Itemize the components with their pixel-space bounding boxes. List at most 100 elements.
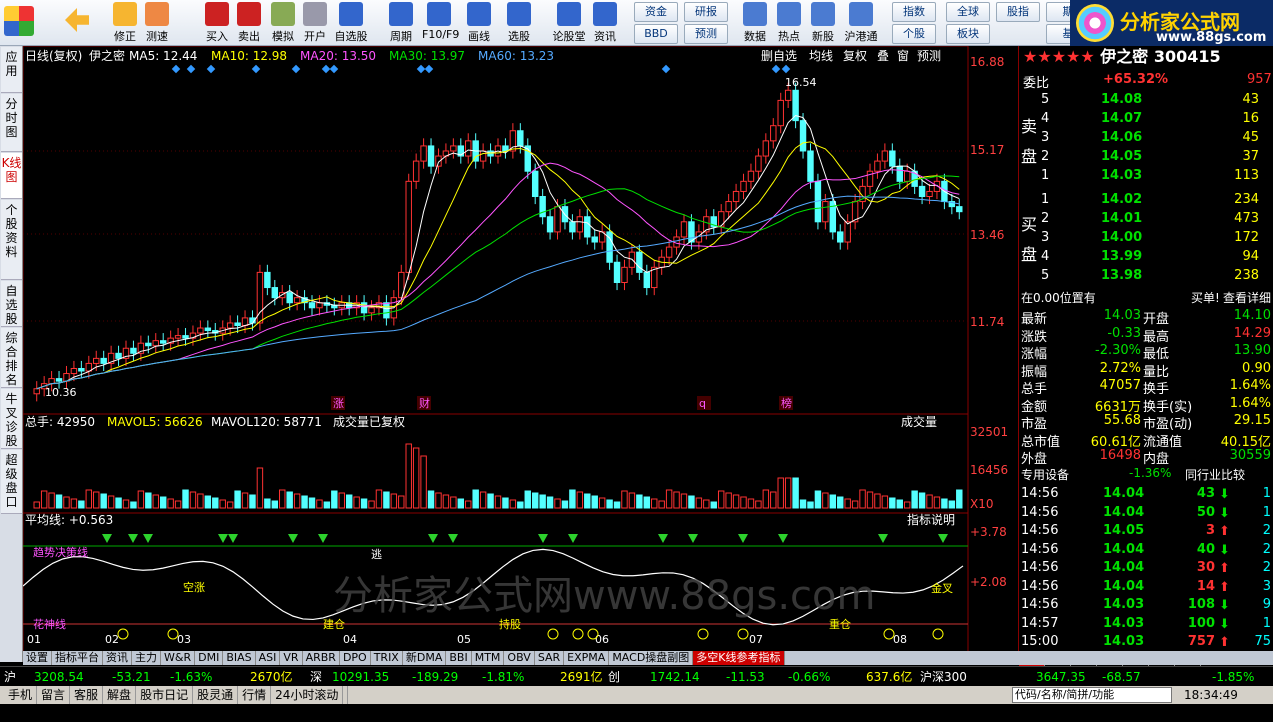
search-input[interactable]: 代码/名称/简拼/功能 [1012,687,1172,703]
industry-compare-button[interactable]: 同行业比较 [1185,466,1245,483]
candle-body [636,251,643,273]
volume-selector[interactable]: 成交量 [901,414,937,429]
indicator-tab-8[interactable]: VR [280,651,303,665]
bottom-link-3[interactable]: 解盘 [103,686,137,704]
index-button[interactable]: 指数 [892,2,936,22]
candle-body [591,236,598,243]
volume-bar [360,498,368,509]
kline-menu-2[interactable]: 复权 [843,49,867,63]
left-tab-3[interactable]: 个股资料 [1,200,22,280]
candle-body [420,145,427,162]
hk-button[interactable]: 沪港通 [844,2,878,44]
indicator-tab-3[interactable]: 主力 [132,651,161,665]
volume-bar [293,493,301,509]
kline-menu-1[interactable]: 均线 [809,49,833,63]
sell-button[interactable]: 卖出 [232,2,266,44]
indicator-tab-16[interactable]: SAR [535,651,565,665]
kline-menu-3[interactable]: 叠 [877,49,889,63]
indicator-tab-1[interactable]: 指标平台 [52,651,103,665]
left-tab-1[interactable]: 分时图 [1,94,22,152]
indicator-tab-0[interactable]: 设置 [23,651,52,665]
buy-side-label: 买盘 [1021,215,1038,264]
draw-label: 画线 [468,30,490,43]
fund-button[interactable]: 资金 [634,2,678,22]
left-tab-4[interactable]: 自选股 [1,281,22,327]
candle-body [725,201,732,213]
buy-button[interactable]: 买入 [200,2,234,44]
tick-volume-3: 40 [1196,541,1215,557]
kline-menu-5[interactable]: 预测 [917,49,941,63]
indicator-tab-15[interactable]: OBV [504,651,535,665]
indicator-tab-5[interactable]: DMI [195,651,224,665]
quote-value2-2: 13.90 [1233,343,1271,358]
hot-button[interactable]: 热点 [772,2,806,44]
period-button[interactable]: 周期 [384,2,418,44]
bbd-button[interactable]: BBD [634,24,678,44]
left-tab-5[interactable]: 综合排名 [1,328,22,388]
stock-button[interactable]: 个股 [892,24,936,44]
candle-body [665,246,673,258]
f10-button[interactable]: F10/F9 [422,2,459,44]
indicator-tab-9[interactable]: ARBR [303,651,340,665]
draw-button[interactable]: 画线 [462,2,496,44]
indicator-tab-4[interactable]: W&R [161,651,196,665]
indicator-tab-14[interactable]: MTM [472,651,505,665]
market-status-bar: 沪 3208.54 -53.21 -1.63% 2670亿 深 10291.35… [0,666,1273,686]
indicator-tab-13[interactable]: BBI [446,651,472,665]
volume-bar [130,501,137,509]
newshare-button[interactable]: 新股 [806,2,840,44]
bottom-bar: 手机 留言 客服 解盘 股市日记 股灵通 行情 24小时滚动 代码/名称/简拼/功能 18:3… [0,686,1273,704]
left-tab-7[interactable]: 超级盘口 [1,450,22,514]
forecast-button[interactable]: 预测 [684,24,728,44]
bottom-link-2[interactable]: 客服 [70,686,104,704]
indicator-tab-17[interactable]: EXPMA [564,651,610,665]
volume-bar [55,494,63,509]
quote-value2-5: 1.64% [1229,395,1271,411]
left-tab-0[interactable]: 应用 [1,47,22,93]
left-tab-2[interactable]: K线图 [1,153,22,199]
indicator-tab-12[interactable]: 新DMA [403,651,447,665]
period-icon [389,2,413,26]
pick-button[interactable]: 选股 [502,2,536,44]
bottom-link-5[interactable]: 股灵通 [193,686,239,704]
bottom-link-0[interactable]: 手机 [4,686,38,704]
indicator-tab-19[interactable]: 多空K线参考指标 [693,651,785,665]
rank-button[interactable]: 股指 [996,2,1040,22]
sim-button[interactable]: 模拟 [266,2,300,44]
volume-bar [100,493,107,509]
indicator-tab-6[interactable]: BIAS [223,651,256,665]
bottom-link-1[interactable]: 留言 [37,686,71,704]
research-button[interactable]: 研报 [684,2,728,22]
back-button[interactable] [62,2,92,44]
home-icon[interactable] [2,2,36,44]
indicator-tab-18[interactable]: MACD操盘副图 [609,651,694,665]
indicator-tab-2[interactable]: 资讯 [103,651,132,665]
bottom-link-4[interactable]: 股市日记 [136,686,194,704]
forum-button[interactable]: 论股堂 [552,2,586,44]
test-button[interactable]: 测速 [140,2,174,44]
indicator-tab-7[interactable]: ASI [256,651,281,665]
bottom-link-7[interactable]: 24小时滚动 [271,686,344,704]
kline-menu-0[interactable]: 删自选 [761,49,797,63]
indicator-tab-11[interactable]: TRIX [371,651,403,665]
bottom-link-6[interactable]: 行情 [238,686,272,704]
kline-chart-area[interactable]: 日线(复权) 伊之密 MA5: 12.44 MA10: 12.98 MA20: 13.5… [22,45,1018,653]
candle-body [174,335,182,339]
kline-menu-4[interactable]: 窗 [897,49,909,63]
indicator-tab-10[interactable]: DPO [340,651,371,665]
kline-svg[interactable]: 日线(复权) 伊之密 MA5: 12.44 MA10: 12.98 MA20: 13.5… [22,45,1018,653]
open-button[interactable]: 开户 [298,2,332,44]
sector-button[interactable]: 板块 [946,24,990,44]
left-tab-6[interactable]: 牛叉诊股 [1,389,22,449]
volume-bar [695,497,703,509]
candle-body [316,302,323,309]
news-button[interactable]: 资讯 [588,2,622,44]
indicator-help-button[interactable]: 指标说明 [907,512,955,527]
data-button[interactable]: 数据 [738,2,772,44]
global-button[interactable]: 全球 [946,2,990,22]
volume-bar [502,497,509,509]
watch-button[interactable]: 自选股 [334,2,368,44]
detail-link[interactable]: 查看详细 [1223,289,1271,306]
fix-button[interactable]: 修正 [108,2,142,44]
candle-body [643,271,651,289]
